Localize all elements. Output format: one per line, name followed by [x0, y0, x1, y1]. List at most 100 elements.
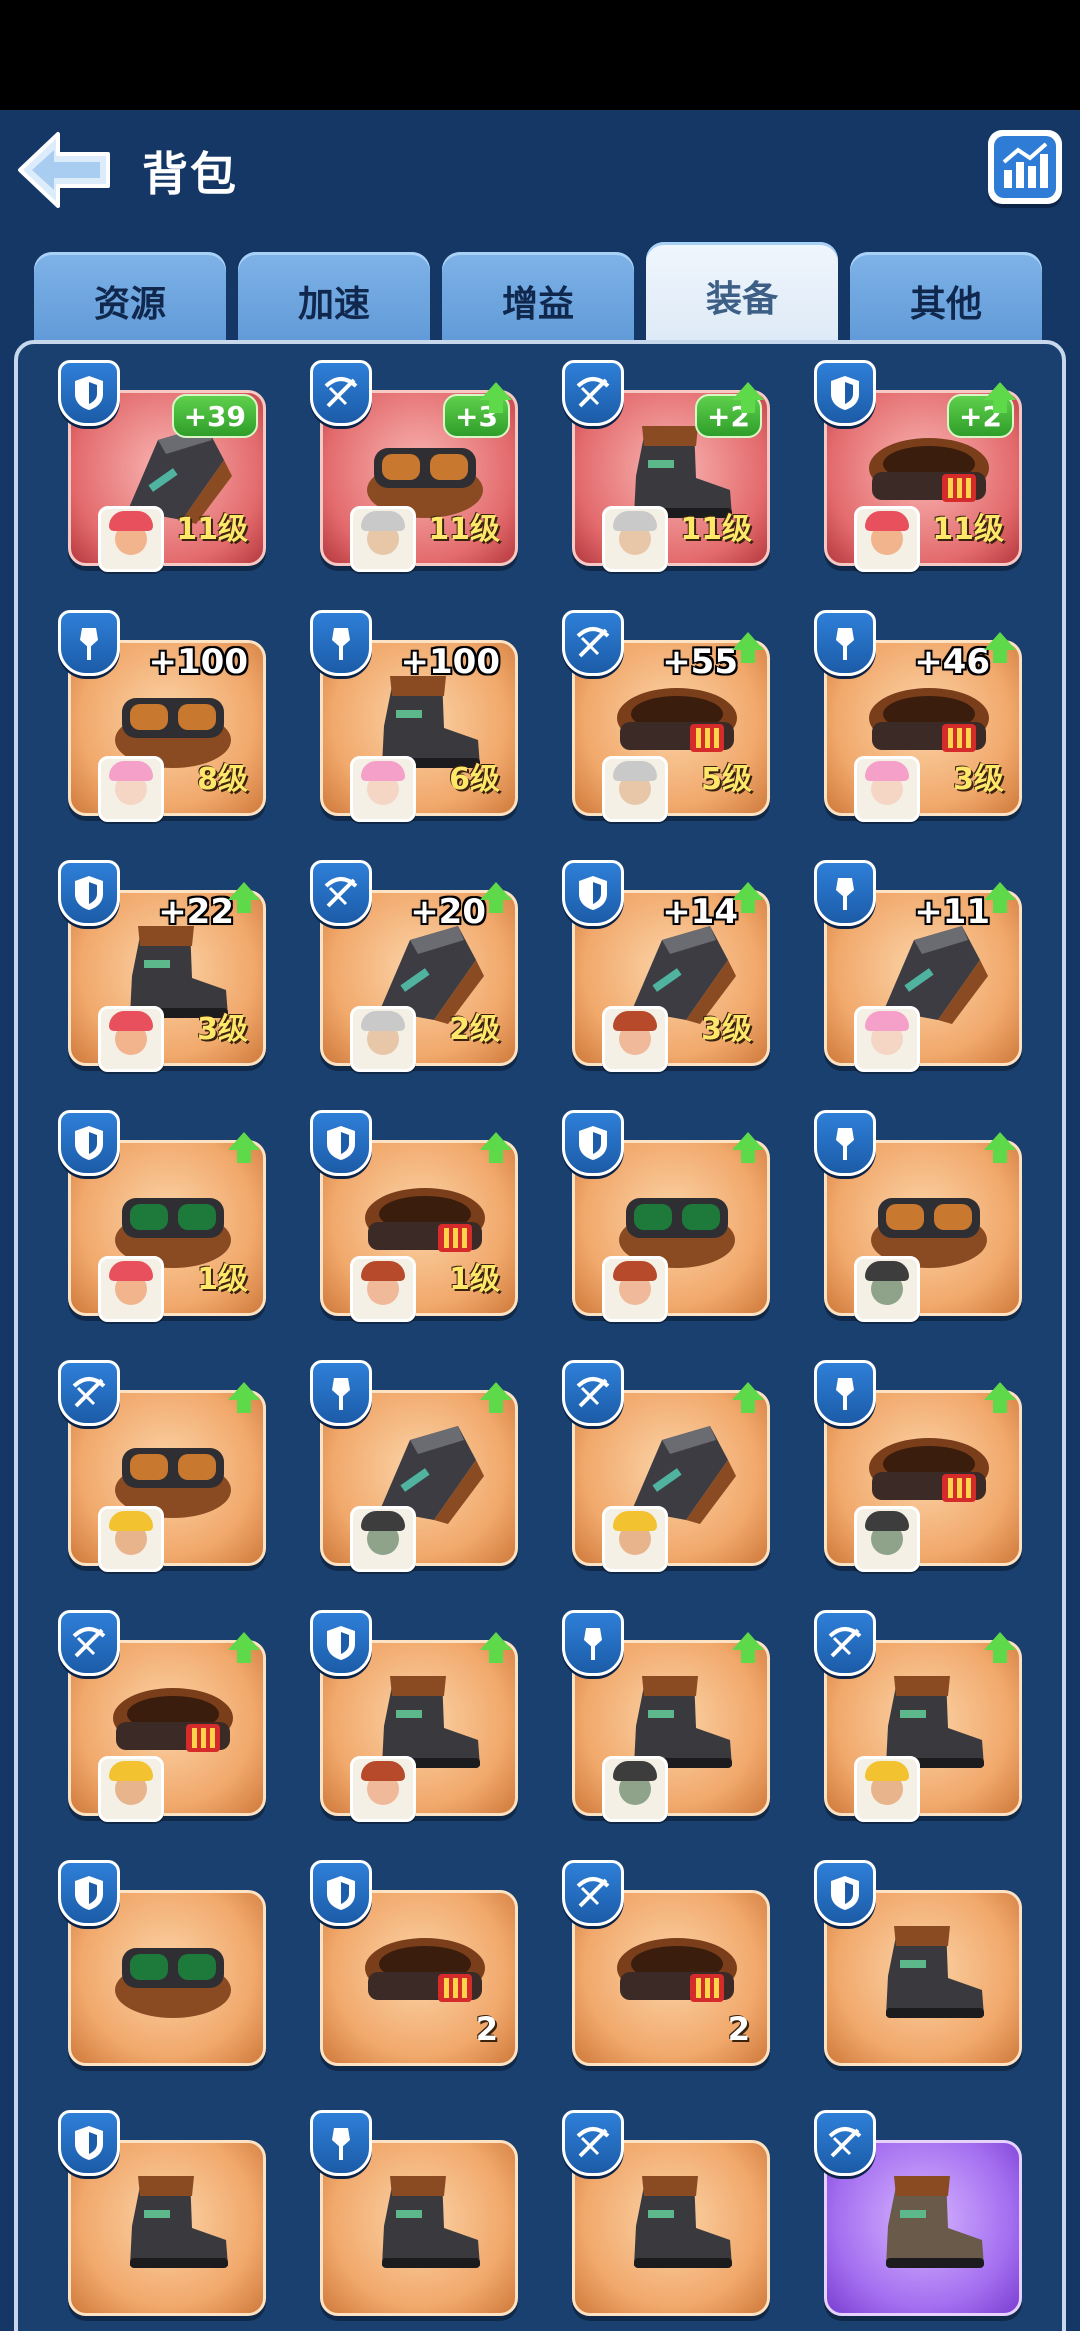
tab-other[interactable]: 其他 — [850, 252, 1042, 350]
hero-avatar-pink-cap — [98, 506, 164, 572]
hero-avatar-yellow-helmet — [98, 1756, 164, 1822]
equipment-card[interactable] — [814, 1860, 1022, 2066]
equipment-card[interactable]: +46 3级 — [814, 610, 1022, 822]
shield-icon — [58, 360, 120, 426]
boot-icon — [864, 1920, 994, 2030]
bonus-value: +11 — [914, 892, 990, 932]
equipment-card[interactable]: +39 11级 — [58, 360, 266, 572]
tab-boosts[interactable]: 增益 — [442, 252, 634, 350]
boot-icon — [108, 2170, 238, 2280]
equipment-card[interactable] — [310, 2110, 518, 2316]
shovel-icon — [310, 610, 372, 676]
equipment-card[interactable]: +2 11级 — [562, 360, 770, 572]
level-label: 11级 — [680, 512, 752, 547]
upgrade-arrow-icon — [480, 1382, 512, 1413]
status-bar — [0, 0, 1080, 110]
shield-icon — [814, 1860, 876, 1926]
upgrade-arrow-icon — [984, 632, 1016, 663]
equipment-card[interactable]: 1级 — [58, 1110, 266, 1322]
equipment-card[interactable]: +22 3级 — [58, 860, 266, 1072]
shovel-icon — [310, 2110, 372, 2176]
equipment-card[interactable]: +100 8级 — [58, 610, 266, 822]
level-label: 5级 — [701, 762, 752, 797]
equipment-card[interactable] — [58, 1610, 266, 1822]
equipment-card[interactable]: +100 6级 — [310, 610, 518, 822]
equipment-card[interactable] — [310, 1360, 518, 1572]
tab-speedups[interactable]: 加速 — [238, 252, 430, 350]
bonus-value: +20 — [410, 892, 486, 932]
shield-icon — [58, 1110, 120, 1176]
bonus-value: +55 — [662, 642, 738, 682]
bonus-value: +22 — [158, 892, 234, 932]
upgrade-arrow-icon — [732, 1382, 764, 1413]
hero-avatar-red-hair — [602, 1256, 668, 1322]
upgrade-arrow-icon — [732, 632, 764, 663]
upgrade-arrow-icon — [732, 1632, 764, 1663]
shield-icon — [814, 360, 876, 426]
equipment-card[interactable]: 1级 — [310, 1110, 518, 1322]
tab-resources[interactable]: 资源 — [34, 252, 226, 350]
equipment-card[interactable] — [814, 1610, 1022, 1822]
shield-icon — [58, 1860, 120, 1926]
level-label: 1级 — [197, 1262, 248, 1297]
shovel-icon — [814, 1360, 876, 1426]
equipment-card[interactable] — [562, 2110, 770, 2316]
equipment-card[interactable]: 2 — [562, 1860, 770, 2066]
bar-chart-icon[interactable] — [988, 130, 1062, 204]
shield-icon — [562, 1110, 624, 1176]
equipment-card[interactable]: +20 2级 — [310, 860, 518, 1072]
bonus-value: +100 — [148, 642, 248, 682]
hero-avatar-gas-mask — [854, 1506, 920, 1572]
equipment-card[interactable]: 2 — [310, 1860, 518, 2066]
item-count: 2 — [727, 2010, 750, 2048]
equipment-card[interactable] — [310, 1610, 518, 1822]
equipment-card[interactable]: +11 — [814, 860, 1022, 1072]
upgrade-arrow-icon — [480, 1132, 512, 1163]
equipment-card[interactable] — [814, 1110, 1022, 1322]
equipment-card[interactable] — [562, 1610, 770, 1822]
crossbow-icon — [562, 2110, 624, 2176]
equipment-card[interactable] — [58, 1360, 266, 1572]
belt-icon — [612, 1920, 742, 2030]
crossbow-icon — [562, 1360, 624, 1426]
level-label: 11级 — [428, 512, 500, 547]
equipment-card[interactable]: +3 11级 — [310, 360, 518, 572]
shovel-icon — [814, 610, 876, 676]
hero-avatar-red-hair — [350, 1256, 416, 1322]
shield-icon — [562, 860, 624, 926]
shield-icon — [58, 860, 120, 926]
boot-icon — [612, 2170, 742, 2280]
belt-icon — [360, 1920, 490, 2030]
shield-icon — [310, 1610, 372, 1676]
hero-avatar-pink-cap — [98, 1006, 164, 1072]
equipment-card[interactable] — [814, 2110, 1022, 2316]
shovel-icon — [562, 1610, 624, 1676]
level-label: 2级 — [449, 1012, 500, 1047]
equipment-card[interactable] — [562, 1360, 770, 1572]
crossbow-icon — [310, 360, 372, 426]
level-label: 8级 — [197, 762, 248, 797]
inventory-panel: +39 11级 +3 11级 +2 11级 +2 11级 +100 8级 +100 6级 +55 5级 +4… — [14, 340, 1066, 2331]
equipment-card[interactable] — [58, 1860, 266, 2066]
crossbow-icon — [310, 860, 372, 926]
hero-avatar-old-bearded — [602, 506, 668, 572]
hero-avatar-yellow-helmet — [602, 1506, 668, 1572]
level-label: 3级 — [953, 762, 1004, 797]
equipment-card[interactable] — [814, 1360, 1022, 1572]
equipment-card[interactable] — [58, 2110, 266, 2316]
level-label: 6级 — [449, 762, 500, 797]
tab-equipment[interactable]: 装备 — [646, 242, 838, 350]
boot-fur-icon — [864, 2170, 994, 2280]
equipment-card[interactable] — [562, 1110, 770, 1322]
shield-icon — [58, 2110, 120, 2176]
crossbow-icon — [58, 1360, 120, 1426]
equipment-card[interactable]: +2 11级 — [814, 360, 1022, 572]
backpack-screen: 背包 资源 加速 增益 装备 其他 +39 11级 +3 11级 +2 11级 +2 11级 +… — [0, 110, 1080, 2331]
equipment-card[interactable]: +14 3级 — [562, 860, 770, 1072]
boot-icon — [360, 2170, 490, 2280]
level-label: 3级 — [701, 1012, 752, 1047]
goggles-green-icon — [108, 1920, 238, 2030]
equipment-card[interactable]: +55 5级 — [562, 610, 770, 822]
category-tabs: 资源 加速 增益 装备 其他 — [34, 242, 1054, 352]
back-arrow-icon[interactable] — [14, 126, 114, 214]
